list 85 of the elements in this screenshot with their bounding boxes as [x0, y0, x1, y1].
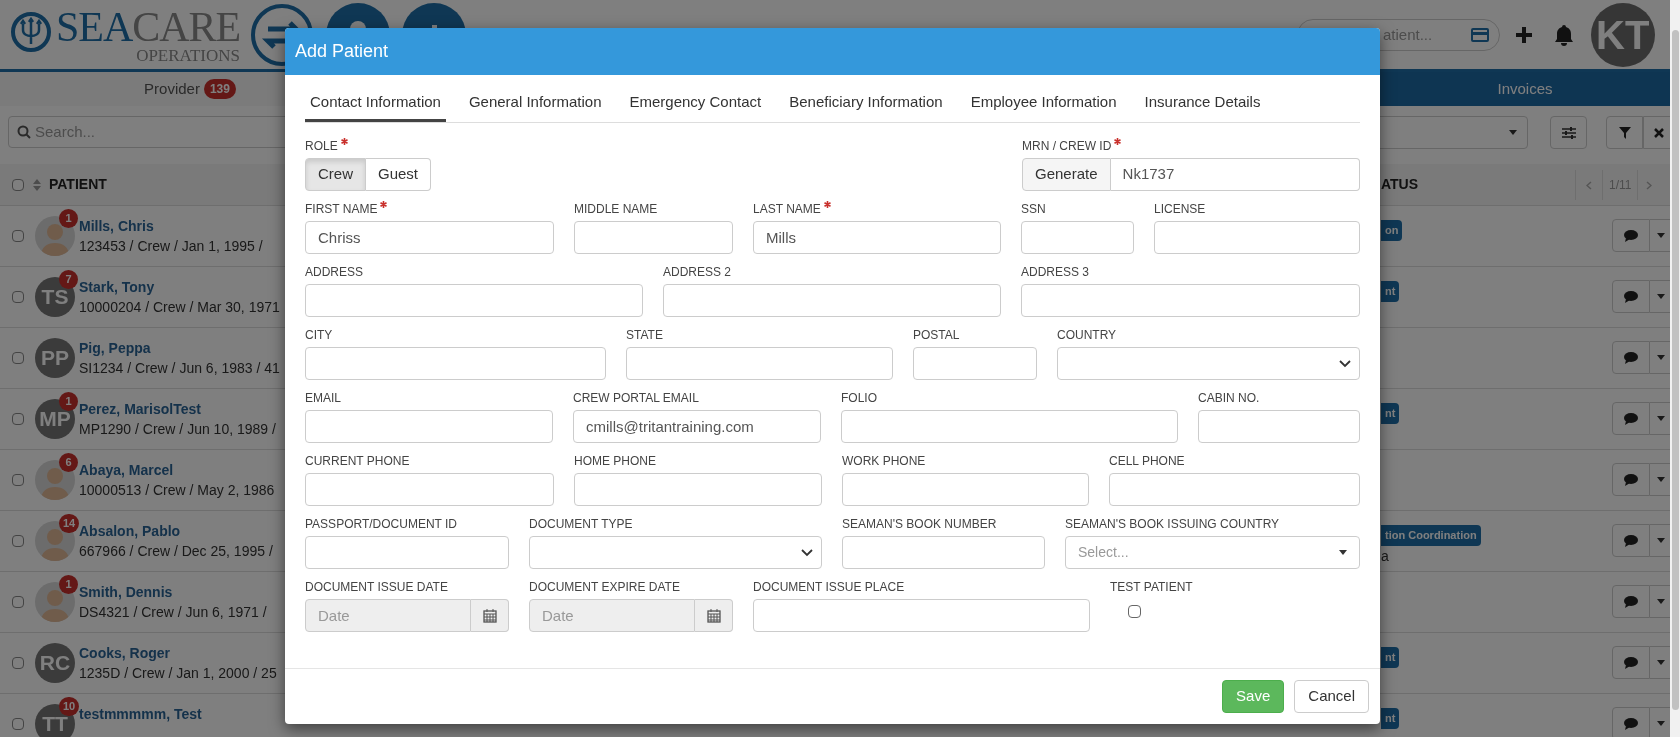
status-badge: nt [1381, 403, 1400, 424]
input-field[interactable]: Chriss [305, 221, 554, 254]
field-label: FOLIO [841, 390, 877, 407]
field-label: SSN [1021, 201, 1046, 218]
field-label: WORK PHONE [842, 453, 926, 470]
patient-name-link[interactable]: testmmmmm, Test [79, 704, 202, 724]
status-badge: nt [1381, 281, 1400, 302]
patient-name-link[interactable]: Smith, Dennis [79, 582, 267, 602]
count-badge: 14 [59, 514, 80, 533]
count-badge: 1 [59, 209, 78, 228]
field-label: ADDRESS [305, 264, 363, 281]
count-badge: 1 [59, 575, 78, 594]
dialog-tab[interactable]: Beneficiary Information [784, 85, 948, 122]
count-badge: 6 [59, 453, 78, 472]
logo-tagline: OPERATIONS [136, 46, 241, 65]
field-label: DOCUMENT ISSUE PLACE [753, 579, 905, 596]
column-header: ATUS [1381, 175, 1419, 194]
field-label: LAST NAME [753, 201, 821, 218]
patient-details: DS4321 / Crew / Jun 6, 1971 / [79, 603, 267, 622]
role-option[interactable]: Crew [305, 158, 366, 191]
dialog-title: Add Patient [295, 40, 389, 63]
initials-avatar: RC [35, 643, 75, 683]
field-label: DOCUMENT TYPE [529, 516, 633, 533]
patient-name-link[interactable]: Absalon, Pablo [79, 521, 273, 541]
logo-text: SEA [56, 6, 133, 47]
field-label: ADDRESS 2 [663, 264, 732, 281]
cancel-button[interactable]: Cancel [1294, 680, 1369, 713]
field-label: DOCUMENT ISSUE DATE [305, 579, 448, 596]
patient-name-link[interactable]: Stark, Tony [79, 277, 280, 297]
dialog-tab[interactable]: Employee Information [965, 85, 1122, 122]
dialog-tab[interactable]: Insurance Details [1139, 85, 1266, 122]
patient-details: 10000204 / Crew / Mar 30, 1971 [79, 298, 280, 317]
input-field[interactable]: cmills@tritantraining.com [573, 410, 821, 443]
select-field[interactable]: Select... [1065, 536, 1360, 569]
field-label: MRN / CREW ID [1022, 138, 1112, 155]
save-button[interactable]: Save [1222, 680, 1285, 713]
role-option[interactable]: Guest [366, 158, 432, 191]
field-label: SEAMAN'S BOOK NUMBER [842, 516, 997, 533]
field-label: EMAIL [305, 390, 341, 407]
count-badge: 139 [203, 79, 236, 99]
count-badge: 7 [59, 270, 78, 289]
initials-avatar: PP [35, 338, 75, 378]
status-badge: nt [1381, 708, 1400, 729]
field-label: CREW PORTAL EMAIL [573, 390, 699, 407]
field-label: COUNTRY [1057, 327, 1117, 344]
patient-details: SI1234 / Crew / Jun 6, 1983 / 41 [79, 359, 280, 378]
column-header: PATIENT [49, 175, 107, 194]
patient-details: 667966 / Crew / Dec 25, 1995 / [79, 542, 273, 561]
field-label: MIDDLE NAME [574, 201, 658, 218]
count-badge: 10 [59, 697, 80, 716]
field-label: CURRENT PHONE [305, 453, 410, 470]
input-field[interactable]: Nk1737 [1110, 158, 1360, 191]
field-label: SEAMAN'S BOOK ISSUING COUNTRY [1065, 516, 1280, 533]
dialog-tab[interactable]: Emergency Contact [624, 85, 767, 122]
status-badge: on [1381, 220, 1403, 241]
field-label: CITY [305, 327, 333, 344]
field-label: FIRST NAME [305, 201, 378, 218]
patient-details: 1235D / Crew / Jan 1, 2000 / 25 [79, 664, 277, 683]
field-label: LICENSE [1154, 201, 1206, 218]
status-badge: nt [1381, 647, 1400, 668]
field-label: POSTAL [913, 327, 960, 344]
field-label: DOCUMENT EXPIRE DATE [529, 579, 680, 596]
logo-text: CARE [132, 6, 241, 47]
patient-details: 123453 / Crew / Jan 1, 1995 / [79, 237, 263, 256]
status-badge: tion Coordination [1381, 525, 1481, 546]
user-avatar[interactable]: KT [1591, 3, 1655, 67]
patient-name-link[interactable]: Cooks, Roger [79, 643, 277, 663]
input-field[interactable]: Mills [753, 221, 1001, 254]
patient-name-link[interactable]: Mills, Chris [79, 216, 263, 236]
patient-details: 10000513 / Crew / May 2, 1986 [79, 481, 275, 500]
field-label: PASSPORT/DOCUMENT ID [305, 516, 458, 533]
generate-button[interactable]: Generate [1022, 158, 1111, 191]
field-label: ADDRESS 3 [1021, 264, 1090, 281]
field-label: CELL PHONE [1109, 453, 1185, 470]
status-note: a [1381, 546, 1389, 566]
field-label: CABIN NO. [1198, 390, 1260, 407]
patient-name-link[interactable]: Pig, Peppa [79, 338, 280, 358]
patient-name-link[interactable]: Abaya, Marcel [79, 460, 275, 480]
patient-details: MP1290 / Crew / Jun 10, 1989 / [79, 420, 276, 439]
field-label: STATE [626, 327, 663, 344]
count-badge: 1 [59, 392, 78, 411]
dialog-tab[interactable]: Contact Information [305, 85, 446, 122]
field-label: HOME PHONE [574, 453, 656, 470]
patient-name-link[interactable]: Perez, MarisolTest [79, 399, 276, 419]
field-label: TEST PATIENT [1110, 579, 1193, 596]
